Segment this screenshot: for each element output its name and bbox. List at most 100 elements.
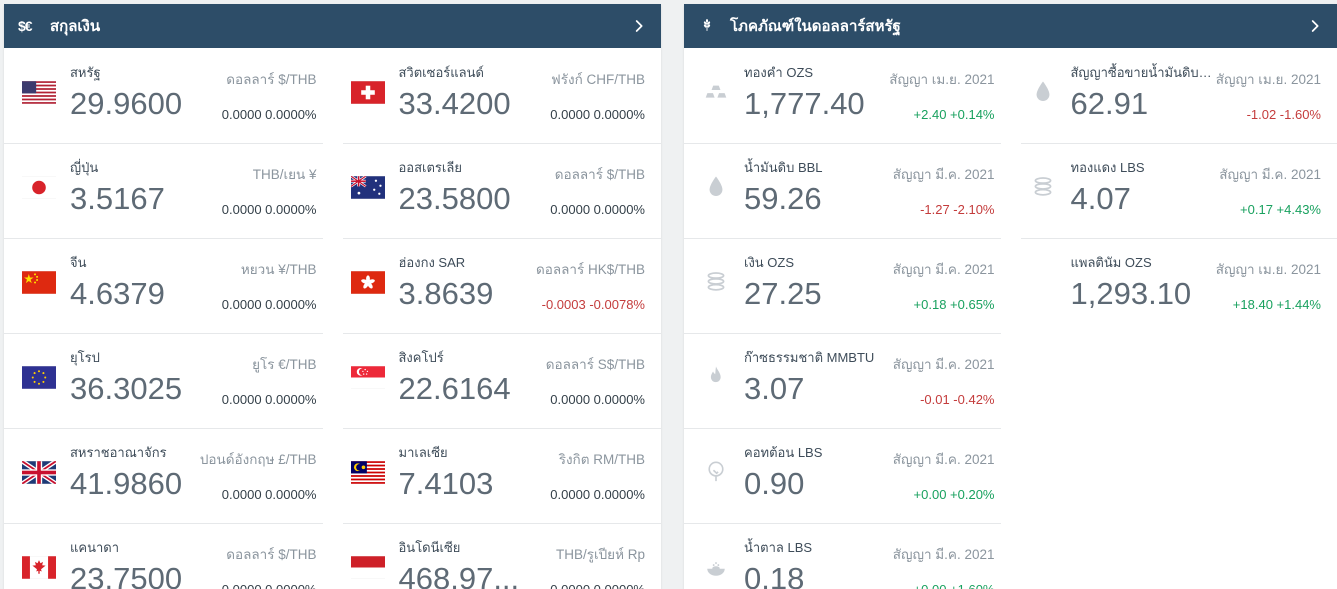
market-overview-widget: $€ สกุลเงิน สหรัฐ 29.9600 ดอลลาร์ $/THB … (0, 0, 1337, 589)
commodity-change: +18.40 +1.44% (1232, 297, 1321, 312)
commodity-card[interactable]: คอทต้อน LBS 0.90 สัญญา มี.ค. 2021 +0.00 … (684, 428, 1011, 523)
country-flag-icon (22, 366, 56, 389)
commodity-card[interactable]: น้ำมันดิบ BBL 59.26 สัญญา มี.ค. 2021 -1.… (684, 143, 1011, 238)
currency-card[interactable]: ฮ่องกง SAR 3.8639 ดอลลาร์ HK$/THB -0.000… (333, 238, 662, 333)
currency-main: สิงคโปร์ 22.6164 (399, 347, 511, 407)
currency-side: THB/เยน ¥ 0.0000 0.0000% (222, 157, 317, 217)
currency-side: ดอลลาร์ HK$/THB -0.0003 -0.0078% (536, 252, 645, 312)
commodity-card[interactable]: ก๊าซธรรมชาติ MMBTU 3.07 สัญญา มี.ค. 2021… (684, 333, 1011, 428)
commodity-change: +0.18 +0.65% (913, 297, 995, 312)
commodity-card[interactable]: แพลตินัม OZS 1,293.10 สัญญา เม.ย. 2021 +… (1011, 238, 1337, 333)
empty-cell (1011, 523, 1337, 589)
currency-card[interactable]: สหรัฐ 29.9600 ดอลลาร์ $/THB 0.0000 0.000… (4, 48, 333, 143)
currency-card[interactable]: มาเลเซีย 7.4103 ริงกิต RM/THB 0.0000 0.0… (333, 428, 662, 523)
commodity-main: ทองคำ OZS 1,777.40 (744, 62, 865, 122)
currency-side: ดอลลาร์ $/THB 0.0000 0.0000% (222, 62, 317, 122)
contract-label: สัญญา มี.ค. 2021 (892, 167, 995, 182)
currency-card[interactable]: สหราชอาณาจักร 41.9860 ปอนด์อังกฤษ £/THB … (4, 428, 333, 523)
currency-name: สวิตเซอร์แลนด์ (398, 65, 484, 80)
country-flag-icon (351, 176, 385, 199)
currency-card[interactable]: ญี่ปุ่น 3.5167 THB/เยน ¥ 0.0000 0.0000% (4, 143, 333, 238)
currency-change: 0.0000 0.0000% (221, 297, 317, 312)
country-flag-icon (22, 271, 56, 294)
currency-pair-label: THB/เยน ¥ (252, 167, 317, 182)
currency-side: ดอลลาร์ $/THB 0.0000 0.0000% (550, 157, 645, 217)
currency-main: แคนาดา 23.7500 (70, 537, 182, 589)
currency-pair-label: THB/รูเปียห์ Rp (555, 547, 645, 562)
commodity-card[interactable]: สัญญาซื้อขายน้ำมันดิบล่วง... 62.91 สัญญา… (1011, 48, 1337, 143)
currency-rate: 36.3025 (70, 371, 183, 406)
chevron-right-icon[interactable] (631, 18, 647, 34)
commodity-name: สัญญาซื้อขายน้ำมันดิบล่วง... (1070, 65, 1216, 80)
commodity-main: น้ำตาล LBS 0.18 (744, 537, 812, 589)
commodity-price: 62.91 (1070, 86, 1149, 121)
commodity-icon (1029, 268, 1057, 296)
currency-change: 0.0000 0.0000% (221, 392, 317, 407)
currency-change: 0.0000 0.0000% (550, 392, 645, 407)
commodity-card[interactable]: ทองคำ OZS 1,777.40 สัญญา เม.ย. 2021 +2.4… (684, 48, 1011, 143)
currency-change: 0.0000 0.0000% (221, 107, 317, 122)
currency-main: อินโดนีเซีย 468.97... (399, 537, 520, 589)
empty-cell (1011, 333, 1337, 428)
currencies-panel-header: $€ สกุลเงิน (4, 4, 661, 48)
currency-symbols-icon: $€ (18, 18, 33, 34)
commodity-side: สัญญา เม.ย. 2021 +18.40 +1.44% (1216, 252, 1321, 312)
currency-change: 0.0000 0.0000% (550, 582, 645, 589)
currency-main: สหราชอาณาจักร 41.9860 (70, 442, 182, 502)
currency-change: 0.0000 0.0000% (221, 487, 317, 502)
commodity-main: ก๊าซธรรมชาติ MMBTU 3.07 (744, 347, 874, 407)
currency-rate: 22.6164 (398, 371, 511, 406)
currency-card[interactable]: จีน 4.6379 หยวน ¥/THB 0.0000 0.0000% (4, 238, 333, 333)
country-flag-icon (22, 461, 56, 484)
currency-name: ออสเตรเลีย (398, 160, 462, 175)
chevron-right-icon[interactable] (1307, 18, 1323, 34)
commodity-card[interactable]: น้ำตาล LBS 0.18 สัญญา มี.ค. 2021 +0.00 +… (684, 523, 1011, 589)
contract-label: สัญญา เม.ย. 2021 (1215, 262, 1321, 277)
currency-card[interactable]: ออสเตรเลีย 23.5800 ดอลลาร์ $/THB 0.0000 … (333, 143, 662, 238)
contract-label: สัญญา เม.ย. 2021 (1215, 72, 1321, 87)
contract-label: สัญญา มี.ค. 2021 (892, 262, 995, 277)
commodity-icon (1029, 173, 1057, 201)
commodity-side: สัญญา มี.ค. 2021 +0.18 +0.65% (893, 252, 995, 312)
commodity-change: -0.01 -0.42% (920, 392, 995, 407)
currency-rate: 23.5800 (398, 181, 511, 216)
currency-name: แคนาดา (70, 540, 120, 555)
currency-name: มาเลเซีย (398, 445, 448, 460)
commodity-price: 4.07 (1070, 181, 1131, 216)
contract-label: สัญญา มี.ค. 2021 (892, 357, 995, 372)
commodity-change: +0.00 +0.20% (913, 487, 995, 502)
currency-card[interactable]: แคนาดา 23.7500 ดอลลาร์ $/THB 0.0000 0.00… (4, 523, 333, 589)
currency-change: 0.0000 0.0000% (222, 582, 317, 589)
currency-rate: 4.6379 (70, 276, 165, 311)
currency-side: ปอนด์อังกฤษ £/THB 0.0000 0.0000% (200, 442, 317, 502)
currency-card[interactable]: สิงคโปร์ 22.6164 ดอลลาร์ S$/THB 0.0000 0… (333, 333, 662, 428)
currency-pair-label: ฟรังก์ CHF/THB (551, 72, 645, 87)
commodity-icon (702, 363, 730, 391)
commodity-price: 27.25 (744, 276, 822, 311)
commodity-side: สัญญา มี.ค. 2021 -1.27 -2.10% (893, 157, 995, 217)
currency-side: ริงกิต RM/THB 0.0000 0.0000% (550, 442, 645, 502)
commodity-main: ทองแดง LBS 4.07 (1071, 157, 1145, 217)
currency-rate: 468.97... (398, 561, 520, 589)
currencies-panel-title: สกุลเงิน (50, 18, 101, 35)
commodity-main: สัญญาซื้อขายน้ำมันดิบล่วง... 62.91 (1071, 62, 1216, 122)
commodity-price: 0.18 (744, 561, 805, 589)
contract-label: สัญญา เม.ย. 2021 (889, 72, 995, 87)
commodity-side: สัญญา มี.ค. 2021 -0.01 -0.42% (893, 347, 995, 407)
currency-pair-label: ริงกิต RM/THB (558, 452, 645, 467)
commodity-icon (702, 553, 730, 581)
commodity-price: 1,293.10 (1070, 276, 1192, 311)
currency-rate: 41.9860 (70, 466, 183, 501)
commodity-card[interactable]: เงิน OZS 27.25 สัญญา มี.ค. 2021 +0.18 +0… (684, 238, 1011, 333)
currency-pair-label: ดอลลาร์ HK$/THB (535, 262, 645, 277)
commodities-panel-header: โภคภัณฑ์ในดอลลาร์สหรัฐ (684, 4, 1337, 48)
commodity-card[interactable]: ทองแดง LBS 4.07 สัญญา มี.ค. 2021 +0.17 +… (1011, 143, 1337, 238)
currency-card[interactable]: ยุโรป 36.3025 ยูโร €/THB 0.0000 0.0000% (4, 333, 333, 428)
currency-side: ดอลลาร์ S$/THB 0.0000 0.0000% (546, 347, 645, 407)
currency-name: ยุโรป (70, 350, 100, 365)
currency-card[interactable]: อินโดนีเซีย 468.97... THB/รูเปียห์ Rp 0.… (333, 523, 662, 589)
country-flag-icon (351, 556, 385, 579)
currency-card[interactable]: สวิตเซอร์แลนด์ 33.4200 ฟรังก์ CHF/THB 0.… (333, 48, 662, 143)
currency-main: ญี่ปุ่น 3.5167 (70, 157, 165, 217)
commodity-main: แพลตินัม OZS 1,293.10 (1071, 252, 1192, 312)
